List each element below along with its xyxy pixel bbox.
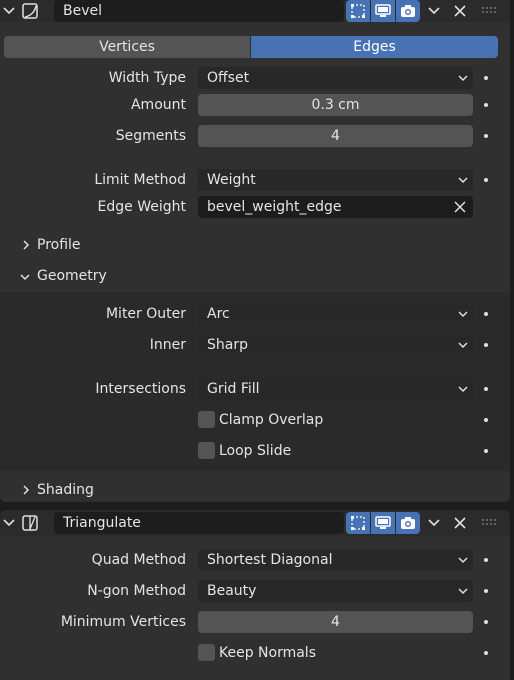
shading-subpanel-header[interactable]: Shading: [37, 479, 237, 501]
width-type-label: Width Type: [108, 70, 186, 86]
animate-minimum-vertices-dot[interactable]: [484, 620, 488, 624]
miter-outer-value: Arc: [207, 306, 230, 322]
bevel-modifier-icon: [20, 1, 40, 21]
profile-subpanel-header[interactable]: Profile: [37, 234, 237, 256]
edge-weight-field[interactable]: bevel_weight_edge: [198, 196, 473, 218]
segments-field[interactable]: 4: [198, 125, 473, 147]
ngon-method-value: Beauty: [207, 583, 257, 599]
miter-outer-dropdown[interactable]: Arc: [198, 303, 473, 325]
minimum-vertices-label: Minimum Vertices: [60, 614, 186, 630]
keep-normals-checkbox[interactable]: [198, 644, 215, 661]
geometry-chevron-down-icon[interactable]: [19, 271, 31, 283]
modifier-name-field[interactable]: Triangulate: [54, 512, 344, 534]
chevron-down-icon: [458, 311, 468, 318]
segments-label: Segments: [115, 128, 186, 144]
modifier-menu-chevron-icon[interactable]: [427, 4, 441, 18]
monitor-icon: [375, 4, 391, 17]
animate-loop-slide-dot[interactable]: [484, 449, 488, 453]
animate-clamp-overlap-dot[interactable]: [484, 418, 488, 422]
shading-chevron-right-icon[interactable]: [20, 484, 32, 496]
render-toggle[interactable]: [396, 0, 420, 22]
chevron-down-icon: [458, 177, 468, 184]
profile-chevron-right-icon[interactable]: [20, 239, 32, 251]
collapse-chevron-icon[interactable]: [2, 4, 16, 18]
animate-limit-method-dot[interactable]: [484, 178, 488, 182]
animate-segments-dot[interactable]: [484, 134, 488, 138]
tab-vertices[interactable]: Vertices: [4, 36, 250, 58]
camera-icon: [401, 517, 415, 529]
loop-slide-label[interactable]: Loop Slide: [219, 440, 419, 462]
clear-edge-weight-close-icon[interactable]: [454, 201, 466, 213]
edit-mode-toggle[interactable]: [346, 0, 370, 22]
inner-label: Inner: [149, 337, 186, 353]
remove-modifier-close-icon[interactable]: [452, 515, 468, 531]
intersections-label: Intersections: [95, 381, 186, 397]
edit-mode-icon: [351, 516, 365, 530]
limit-method-dropdown[interactable]: Weight: [198, 169, 473, 191]
drag-grip-icon[interactable]: [481, 6, 497, 16]
drag-grip-icon[interactable]: [481, 518, 497, 528]
width-type-dropdown[interactable]: Offset: [198, 67, 473, 89]
modifier-menu-chevron-icon[interactable]: [427, 516, 441, 530]
viewport-toggle[interactable]: [371, 512, 395, 534]
loop-slide-checkbox[interactable]: [198, 442, 215, 459]
camera-icon: [401, 5, 415, 17]
keep-normals-label[interactable]: Keep Normals: [219, 642, 419, 664]
geometry-subpanel-header[interactable]: Geometry: [37, 265, 237, 287]
quad-method-label: Quad Method: [91, 552, 186, 568]
animate-width-type-dot[interactable]: [484, 76, 488, 80]
chevron-down-icon: [458, 386, 468, 393]
amount-field[interactable]: 0.3 cm: [198, 94, 473, 116]
chevron-down-icon: [458, 75, 468, 82]
ngon-method-dropdown[interactable]: Beauty: [198, 580, 473, 602]
width-type-value: Offset: [207, 70, 250, 86]
intersections-value: Grid Fill: [207, 381, 260, 397]
inner-value: Sharp: [207, 337, 248, 353]
edit-mode-icon: [351, 4, 365, 18]
limit-method-label: Limit Method: [94, 172, 186, 188]
inner-dropdown[interactable]: Sharp: [198, 334, 473, 356]
edit-mode-toggle[interactable]: [346, 512, 370, 534]
modifier-name-field[interactable]: Bevel: [54, 0, 344, 22]
chevron-down-icon: [458, 588, 468, 595]
clamp-overlap-checkbox[interactable]: [198, 411, 215, 428]
quad-method-dropdown[interactable]: Shortest Diagonal: [198, 549, 473, 571]
animate-ngon-method-dot[interactable]: [484, 589, 488, 593]
viewport-toggle[interactable]: [371, 0, 395, 22]
collapse-chevron-icon[interactable]: [2, 516, 16, 530]
monitor-icon: [375, 516, 391, 529]
edge-weight-value: bevel_weight_edge: [207, 199, 342, 215]
intersections-dropdown[interactable]: Grid Fill: [198, 378, 473, 400]
animate-inner-dot[interactable]: [484, 343, 488, 347]
amount-label: Amount: [130, 97, 186, 113]
remove-modifier-close-icon[interactable]: [452, 3, 468, 19]
edge-weight-label: Edge Weight: [97, 199, 186, 215]
tab-edges[interactable]: Edges: [251, 36, 498, 58]
clamp-overlap-label[interactable]: Clamp Overlap: [219, 409, 419, 431]
limit-method-value: Weight: [207, 172, 256, 188]
chevron-down-icon: [458, 557, 468, 564]
animate-intersections-dot[interactable]: [484, 387, 488, 391]
minimum-vertices-field[interactable]: 4: [198, 611, 473, 633]
quad-method-value: Shortest Diagonal: [207, 552, 333, 568]
animate-amount-dot[interactable]: [484, 103, 488, 107]
miter-outer-label: Miter Outer: [105, 306, 186, 322]
animate-quad-method-dot[interactable]: [484, 558, 488, 562]
chevron-down-icon: [458, 342, 468, 349]
render-toggle[interactable]: [396, 512, 420, 534]
animate-keep-normals-dot[interactable]: [484, 651, 488, 655]
triangulate-modifier-icon: [20, 513, 40, 533]
animate-miter-outer-dot[interactable]: [484, 312, 488, 316]
ngon-method-label: N-gon Method: [87, 583, 186, 599]
